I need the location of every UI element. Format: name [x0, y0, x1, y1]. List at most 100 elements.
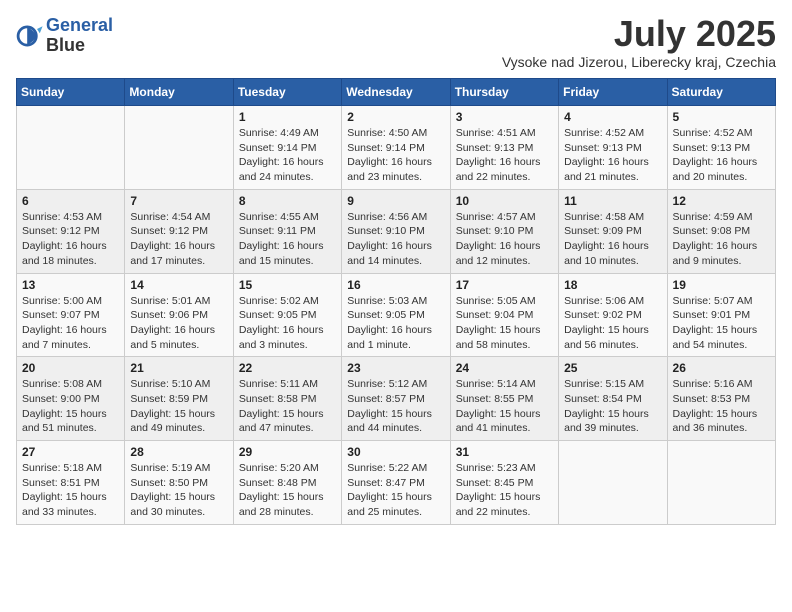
day-info: Sunrise: 5:00 AM Sunset: 9:07 PM Dayligh…	[22, 294, 119, 353]
day-number: 15	[239, 278, 336, 292]
day-number: 2	[347, 110, 444, 124]
calendar-cell: 26 Sunrise: 5:16 AM Sunset: 8:53 PM Dayli…	[667, 357, 775, 441]
day-number: 7	[130, 194, 227, 208]
logo-icon	[16, 22, 44, 50]
calendar-cell: 4Sunrise: 4:52 AM Sunset: 9:13 PM Daylig…	[559, 106, 667, 190]
day-info: Sunrise: 5:07 AM Sunset: 9:01 PM Dayligh…	[673, 294, 770, 353]
day-number: 4	[564, 110, 661, 124]
day-number: 12	[673, 194, 770, 208]
calendar-cell: 15 Sunrise: 5:02 AM Sunset: 9:05 PM Dayli…	[233, 273, 341, 357]
calendar-cell: 19 Sunrise: 5:07 AM Sunset: 9:01 PM Dayli…	[667, 273, 775, 357]
day-number: 24	[456, 361, 553, 375]
day-info: Sunrise: 5:12 AM Sunset: 8:57 PM Dayligh…	[347, 377, 444, 436]
day-info: Sunrise: 5:19 AM Sunset: 8:50 PM Dayligh…	[130, 461, 227, 520]
day-number: 18	[564, 278, 661, 292]
calendar-cell: 16 Sunrise: 5:03 AM Sunset: 9:05 PM Dayli…	[342, 273, 450, 357]
calendar-cell: 12 Sunrise: 4:59 AM Sunset: 9:08 PM Dayli…	[667, 189, 775, 273]
day-info: Sunrise: 4:50 AM Sunset: 9:14 PM Dayligh…	[347, 126, 444, 185]
day-number: 21	[130, 361, 227, 375]
day-info: Sunrise: 4:55 AM Sunset: 9:11 PM Dayligh…	[239, 210, 336, 269]
day-info: Sunrise: 4:59 AM Sunset: 9:08 PM Dayligh…	[673, 210, 770, 269]
calendar-cell: 22Sunrise: 5:11 AM Sunset: 8:58 PM Dayli…	[233, 357, 341, 441]
calendar-cell: 30Sunrise: 5:22 AM Sunset: 8:47 PM Dayli…	[342, 441, 450, 525]
day-number: 9	[347, 194, 444, 208]
calendar-week-4: 20 Sunrise: 5:08 AM Sunset: 9:00 PM Dayli…	[17, 357, 776, 441]
day-info: Sunrise: 4:53 AM Sunset: 9:12 PM Dayligh…	[22, 210, 119, 269]
day-info: Sunrise: 5:05 AM Sunset: 9:04 PM Dayligh…	[456, 294, 553, 353]
calendar-cell: 13 Sunrise: 5:00 AM Sunset: 9:07 PM Dayli…	[17, 273, 125, 357]
calendar-cell: 7 Sunrise: 4:54 AM Sunset: 9:12 PM Daylig…	[125, 189, 233, 273]
day-info: Sunrise: 5:11 AM Sunset: 8:58 PM Dayligh…	[239, 377, 336, 436]
header: General Blue July 2025 Vysoke nad Jizero…	[16, 16, 776, 70]
calendar-cell	[17, 106, 125, 190]
calendar-cell: 17 Sunrise: 5:05 AM Sunset: 9:04 PM Dayli…	[450, 273, 558, 357]
day-info: Sunrise: 5:16 AM Sunset: 8:53 PM Dayligh…	[673, 377, 770, 436]
calendar-cell: 18Sunrise: 5:06 AM Sunset: 9:02 PM Dayli…	[559, 273, 667, 357]
calendar-cell: 1 Sunrise: 4:49 AM Sunset: 9:14 PM Daylig…	[233, 106, 341, 190]
location-title: Vysoke nad Jizerou, Liberecky kraj, Czec…	[502, 54, 776, 70]
day-number: 6	[22, 194, 119, 208]
day-number: 29	[239, 445, 336, 459]
day-info: Sunrise: 5:23 AM Sunset: 8:45 PM Dayligh…	[456, 461, 553, 520]
col-sunday: Sunday	[17, 79, 125, 106]
day-info: Sunrise: 4:56 AM Sunset: 9:10 PM Dayligh…	[347, 210, 444, 269]
day-number: 14	[130, 278, 227, 292]
month-title: July 2025	[502, 16, 776, 52]
day-info: Sunrise: 4:54 AM Sunset: 9:12 PM Dayligh…	[130, 210, 227, 269]
day-info: Sunrise: 5:08 AM Sunset: 9:00 PM Dayligh…	[22, 377, 119, 436]
day-number: 30	[347, 445, 444, 459]
day-number: 13	[22, 278, 119, 292]
day-info: Sunrise: 4:49 AM Sunset: 9:14 PM Dayligh…	[239, 126, 336, 185]
day-number: 26	[673, 361, 770, 375]
calendar-cell: 21 Sunrise: 5:10 AM Sunset: 8:59 PM Dayli…	[125, 357, 233, 441]
day-info: Sunrise: 5:20 AM Sunset: 8:48 PM Dayligh…	[239, 461, 336, 520]
calendar-cell: 27 Sunrise: 5:18 AM Sunset: 8:51 PM Dayli…	[17, 441, 125, 525]
day-number: 19	[673, 278, 770, 292]
day-number: 16	[347, 278, 444, 292]
calendar-cell: 6 Sunrise: 4:53 AM Sunset: 9:12 PM Daylig…	[17, 189, 125, 273]
day-info: Sunrise: 5:18 AM Sunset: 8:51 PM Dayligh…	[22, 461, 119, 520]
calendar-cell: 9 Sunrise: 4:56 AM Sunset: 9:10 PM Daylig…	[342, 189, 450, 273]
col-friday: Friday	[559, 79, 667, 106]
calendar-cell	[667, 441, 775, 525]
day-number: 20	[22, 361, 119, 375]
calendar-cell: 20 Sunrise: 5:08 AM Sunset: 9:00 PM Dayli…	[17, 357, 125, 441]
calendar-cell: 2 Sunrise: 4:50 AM Sunset: 9:14 PM Daylig…	[342, 106, 450, 190]
day-number: 28	[130, 445, 227, 459]
day-info: Sunrise: 5:02 AM Sunset: 9:05 PM Dayligh…	[239, 294, 336, 353]
calendar-cell: 29 Sunrise: 5:20 AM Sunset: 8:48 PM Dayli…	[233, 441, 341, 525]
day-info: Sunrise: 4:58 AM Sunset: 9:09 PM Dayligh…	[564, 210, 661, 269]
calendar-week-1: 1 Sunrise: 4:49 AM Sunset: 9:14 PM Daylig…	[17, 106, 776, 190]
calendar-cell: 24Sunrise: 5:14 AM Sunset: 8:55 PM Dayli…	[450, 357, 558, 441]
calendar-cell: 28 Sunrise: 5:19 AM Sunset: 8:50 PM Dayli…	[125, 441, 233, 525]
calendar-cell	[125, 106, 233, 190]
calendar-cell: 23 Sunrise: 5:12 AM Sunset: 8:57 PM Dayli…	[342, 357, 450, 441]
calendar-cell: 3Sunrise: 4:51 AM Sunset: 9:13 PM Daylig…	[450, 106, 558, 190]
day-info: Sunrise: 5:03 AM Sunset: 9:05 PM Dayligh…	[347, 294, 444, 353]
day-number: 31	[456, 445, 553, 459]
calendar-cell: 25Sunrise: 5:15 AM Sunset: 8:54 PM Dayli…	[559, 357, 667, 441]
day-number: 23	[347, 361, 444, 375]
title-block: July 2025 Vysoke nad Jizerou, Liberecky …	[502, 16, 776, 70]
calendar-week-5: 27 Sunrise: 5:18 AM Sunset: 8:51 PM Dayli…	[17, 441, 776, 525]
day-number: 3	[456, 110, 553, 124]
col-wednesday: Wednesday	[342, 79, 450, 106]
calendar-cell: 5 Sunrise: 4:52 AM Sunset: 9:13 PM Daylig…	[667, 106, 775, 190]
calendar-cell: 11 Sunrise: 4:58 AM Sunset: 9:09 PM Dayli…	[559, 189, 667, 273]
logo-line2: Blue	[46, 36, 113, 56]
page-container: General Blue July 2025 Vysoke nad Jizero…	[16, 16, 776, 525]
day-info: Sunrise: 4:52 AM Sunset: 9:13 PM Dayligh…	[673, 126, 770, 185]
day-info: Sunrise: 5:10 AM Sunset: 8:59 PM Dayligh…	[130, 377, 227, 436]
calendar-week-2: 6 Sunrise: 4:53 AM Sunset: 9:12 PM Daylig…	[17, 189, 776, 273]
day-number: 11	[564, 194, 661, 208]
calendar-cell: 31 Sunrise: 5:23 AM Sunset: 8:45 PM Dayli…	[450, 441, 558, 525]
logo-line1: General	[46, 15, 113, 35]
day-number: 27	[22, 445, 119, 459]
day-number: 1	[239, 110, 336, 124]
col-saturday: Saturday	[667, 79, 775, 106]
day-number: 10	[456, 194, 553, 208]
day-info: Sunrise: 5:01 AM Sunset: 9:06 PM Dayligh…	[130, 294, 227, 353]
calendar-header-row: Sunday Monday Tuesday Wednesday Thursday…	[17, 79, 776, 106]
day-number: 5	[673, 110, 770, 124]
day-number: 17	[456, 278, 553, 292]
